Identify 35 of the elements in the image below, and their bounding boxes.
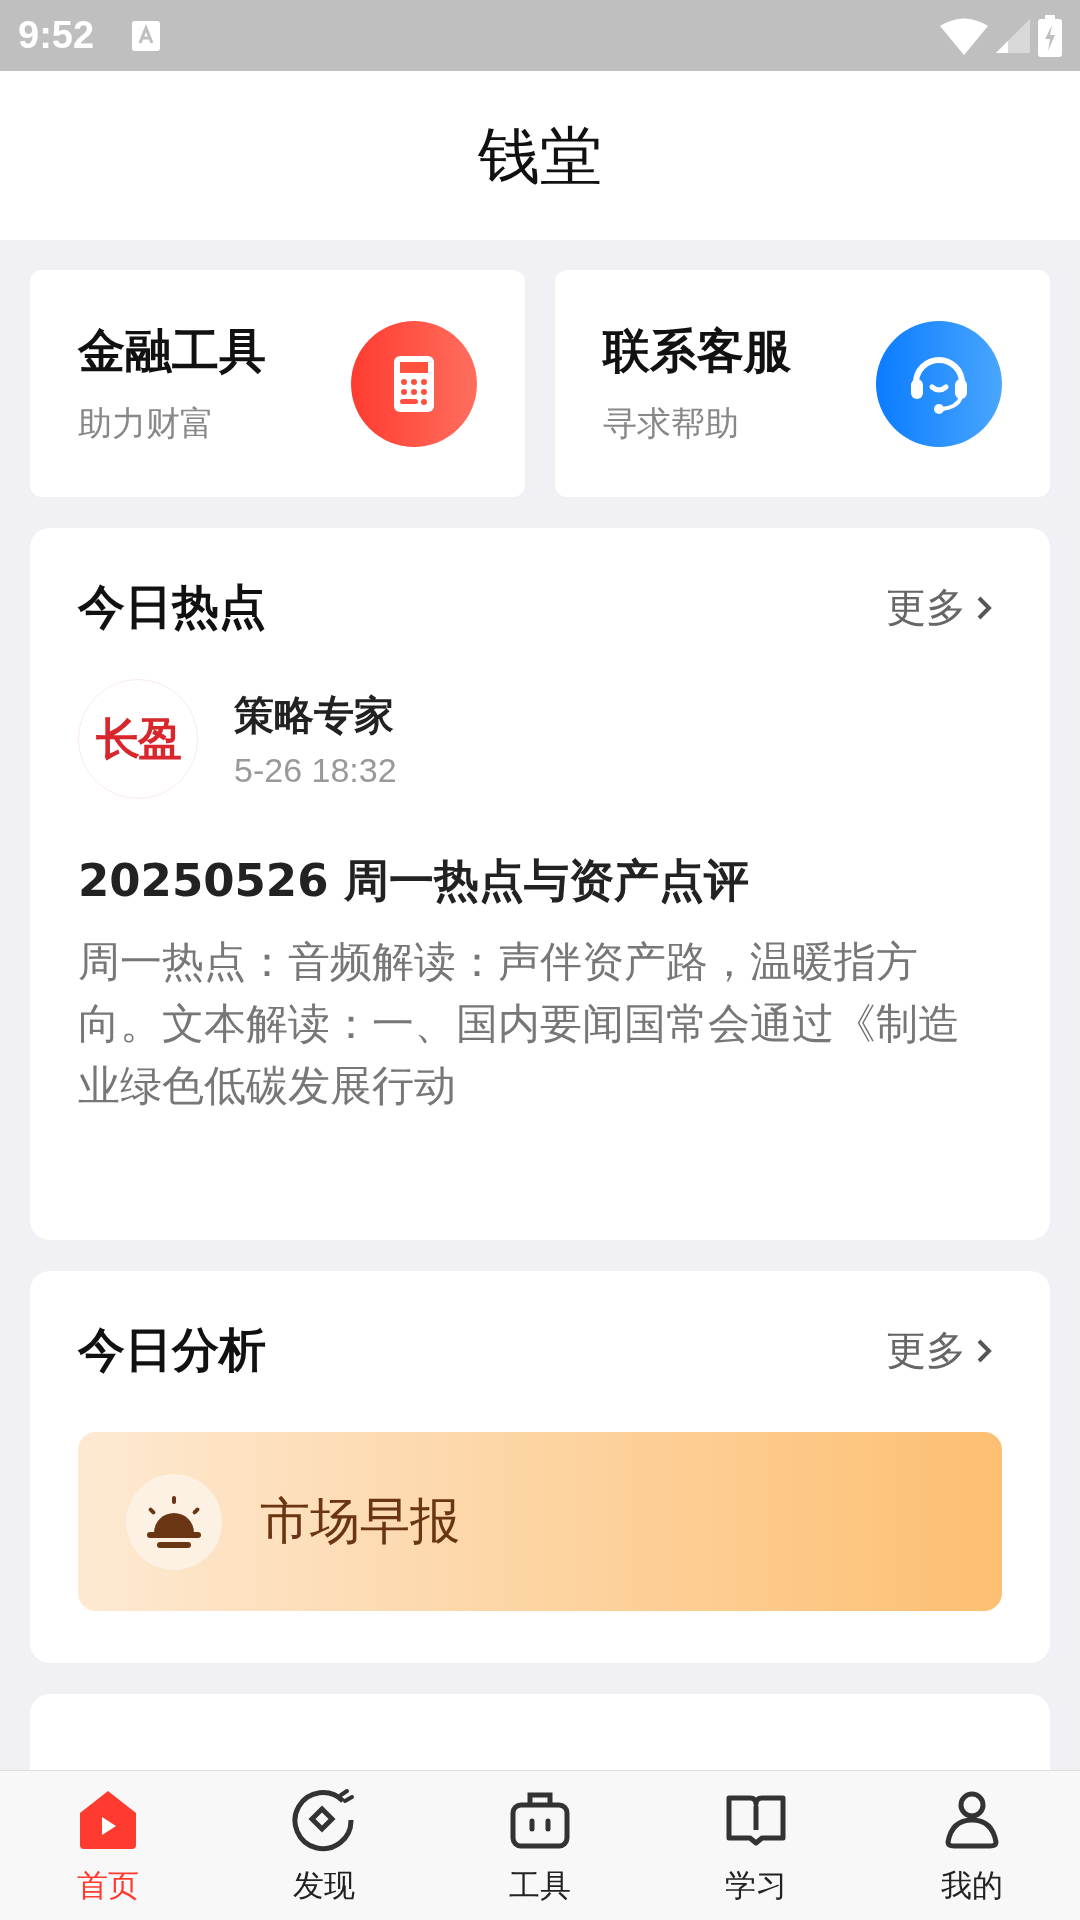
post-time: 5-26 18:32 — [234, 751, 397, 790]
battery-icon — [1038, 14, 1062, 57]
person-icon — [944, 1789, 1000, 1850]
tab-item[interactable]: 工具 — [432, 1771, 648, 1920]
section-title: 今日热点 — [78, 578, 266, 636]
market-report-banner[interactable]: 市场早报 — [78, 1432, 1002, 1611]
more-link[interactable]: 更多 — [886, 580, 992, 635]
article-summary: 周一热点：音频解读：声伴资产路，温暖指方向。文本解读：一、国内要闻国常会通过《制造业绿色低碳发展行动 — [78, 936, 961, 1112]
chevron-right-icon — [976, 594, 992, 621]
article-headline[interactable]: 20250526 周一热点与资产点评 — [78, 851, 1002, 911]
card-title: 联系客服 — [603, 322, 792, 380]
author-name: 策略专家 — [234, 691, 395, 740]
tab-item[interactable]: 我的 — [864, 1771, 1080, 1920]
book-icon — [726, 1793, 786, 1846]
bell-icon — [147, 1495, 201, 1548]
home-icon — [80, 1790, 136, 1849]
quick-card[interactable]: 联系客服 寻求帮助 — [555, 270, 1050, 497]
compass-icon — [291, 1786, 357, 1853]
tab-item[interactable]: 学习 — [648, 1771, 864, 1920]
banner-label: 市场早报 — [260, 1491, 460, 1552]
toolbox-icon — [510, 1790, 570, 1849]
clock: 9:52 — [18, 14, 95, 57]
wifi-icon — [940, 16, 988, 55]
calculator-icon — [394, 355, 434, 412]
chevron-right-icon — [976, 1337, 992, 1364]
quick-card[interactable]: 金融工具 助力财富 — [30, 270, 525, 497]
signal-icon — [996, 18, 1030, 53]
card-subtitle: 寻求帮助 — [603, 402, 740, 445]
page-title: 钱堂 — [478, 117, 602, 194]
section-title: 今日分析 — [78, 1321, 266, 1379]
more-link[interactable]: 更多 — [886, 1323, 992, 1378]
keyboard-icon — [132, 20, 161, 51]
tab-item[interactable]: 发现 — [216, 1771, 432, 1920]
card-title: 金融工具 — [78, 322, 267, 380]
card-subtitle: 助力财富 — [78, 402, 215, 445]
